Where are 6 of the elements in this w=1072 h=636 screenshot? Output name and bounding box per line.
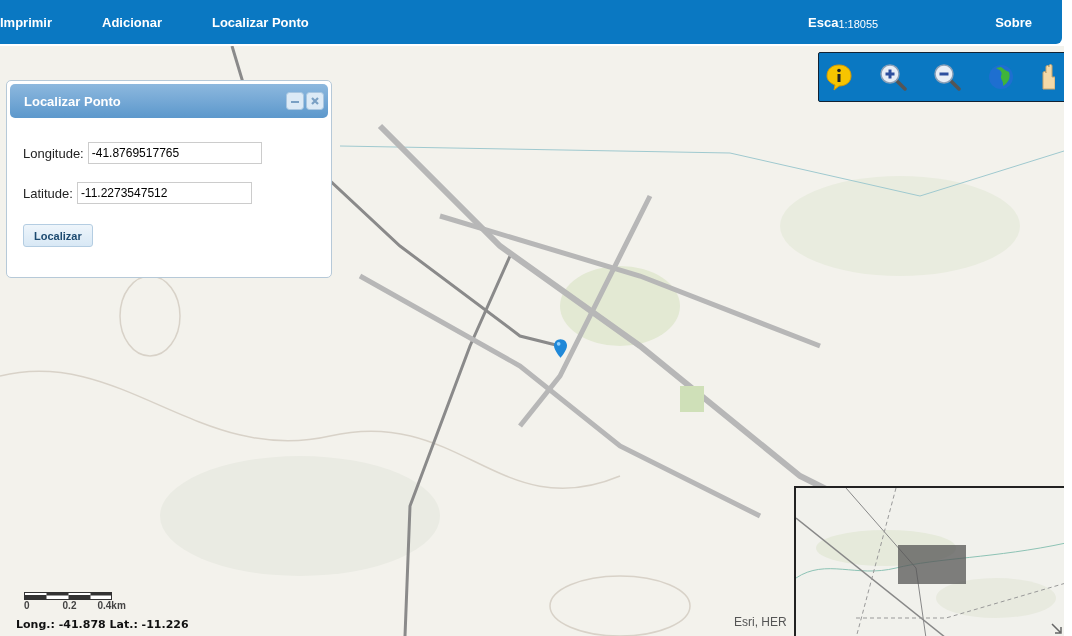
menu-item[interactable]: Localizar Ponto [212, 14, 309, 30]
scale-label: Esca [808, 14, 839, 30]
about-menu-item[interactable]: Sobre [995, 14, 1032, 30]
menu-item[interactable]: Imprimir [0, 14, 52, 30]
menu-item[interactable]: Adicionar [102, 14, 162, 30]
scale-value: 1:18055 [838, 17, 879, 30]
